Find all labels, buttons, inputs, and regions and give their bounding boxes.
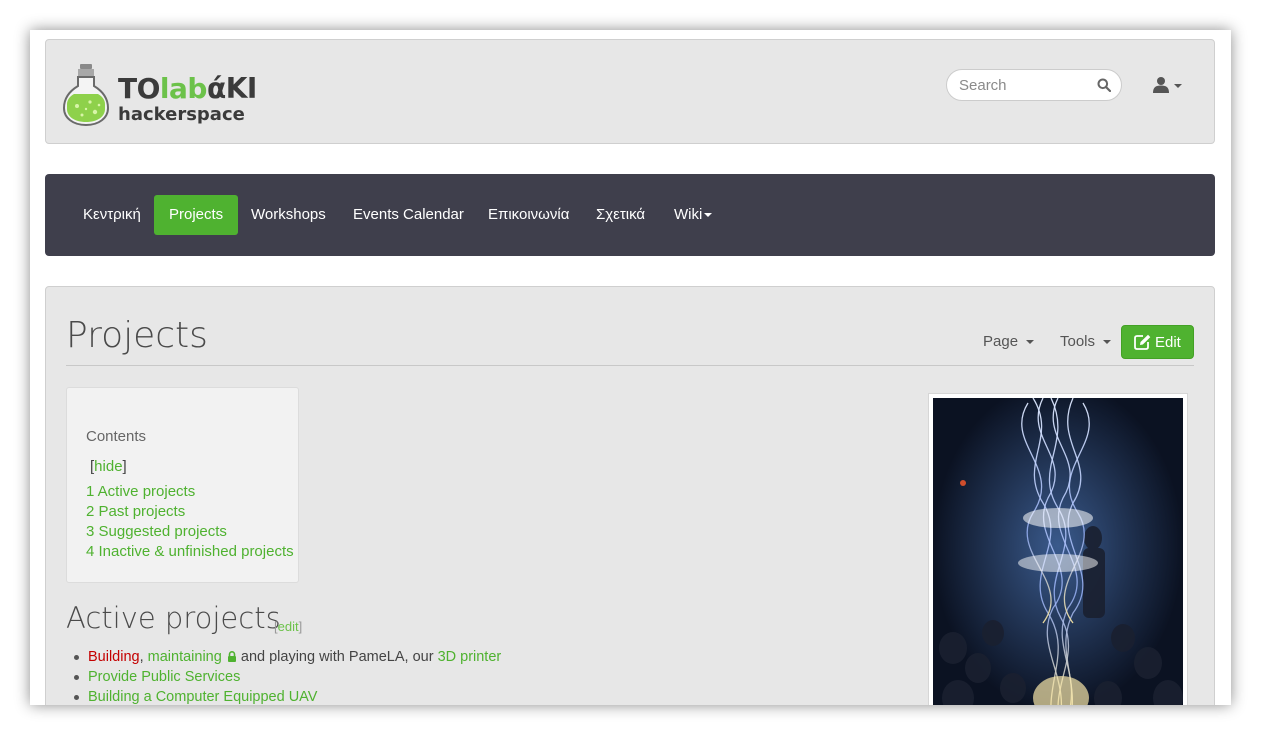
nav-item-label: Projects xyxy=(169,206,224,223)
page-menu-label: Page xyxy=(983,333,1019,350)
logo-part1: TO xyxy=(118,72,160,105)
section-edit-link[interactable]: edit xyxy=(278,619,299,634)
nav-item-label: Επικοινωνία xyxy=(488,206,570,223)
chevron-down-icon xyxy=(1026,340,1035,345)
nav-item-contact[interactable]: Επικοινωνία xyxy=(473,195,584,235)
nav-item-workshops[interactable]: Workshops xyxy=(236,195,341,235)
toc-item-past-projects[interactable]: 2 Past projects xyxy=(86,502,294,522)
nav-item-label: Κεντρική xyxy=(83,206,141,223)
section-edit-bracket-close: ] xyxy=(298,619,303,634)
user-menu-toggle[interactable] xyxy=(1153,76,1185,96)
site-logo[interactable]: TOlabάΚΙ hackerspace xyxy=(62,62,257,128)
toc-item-suggested-projects[interactable]: 3 Suggested projects xyxy=(86,522,294,542)
list-item: Provide Public Services xyxy=(68,667,501,687)
chevron-down-icon xyxy=(1174,84,1182,88)
nav-item-events-calendar[interactable]: Events Calendar xyxy=(338,195,479,235)
nav-item-label: Workshops xyxy=(251,206,326,223)
toc-list: 1 Active projects 2 Past projects 3 Sugg… xyxy=(86,482,294,562)
3d-printer-link[interactable]: 3D printer xyxy=(438,649,502,665)
lock-icon xyxy=(227,651,236,662)
toc-item-active-projects[interactable]: 1 Active projects xyxy=(86,482,294,502)
list-item: Building, maintaining and playing with P… xyxy=(68,647,501,667)
search-box xyxy=(946,69,1122,101)
chevron-down-icon xyxy=(1103,340,1112,345)
maintaining-link[interactable]: maintaining xyxy=(148,649,222,665)
edit-button-label: Edit xyxy=(1155,334,1181,351)
public-services-link[interactable]: Provide Public Services xyxy=(88,669,240,685)
project-list: Building, maintaining and playing with P… xyxy=(68,647,501,705)
section-heading: Active projects xyxy=(66,601,281,635)
toc-hide-link[interactable]: hide xyxy=(94,458,122,475)
main-navbar: Κεντρική Projects Workshops Events Calen… xyxy=(45,174,1215,256)
list-item-text: and playing with PameLA, our xyxy=(236,649,438,665)
browser-viewport: TOlabάΚΙ hackerspace Κεντρική Projects W… xyxy=(30,30,1231,705)
lightbulb-logo-icon xyxy=(62,64,110,127)
list-item-separator: , xyxy=(139,649,148,665)
section-edit: [edit] xyxy=(274,619,302,634)
toc-hide-toggle: [hide] xyxy=(90,458,127,475)
toc-bracket-close: ] xyxy=(122,458,127,475)
main-content: Projects Page Tools Edit Contents [hide]… xyxy=(45,286,1215,705)
page-title: Projects xyxy=(66,315,208,356)
page-menu-dropdown[interactable]: Page xyxy=(983,333,1035,350)
nav-item-about[interactable]: Σχετικά xyxy=(581,195,660,235)
logo-subtitle: hackerspace xyxy=(118,104,245,125)
nav-item-label: Σχετικά xyxy=(596,206,646,223)
edit-button[interactable]: Edit xyxy=(1121,325,1194,359)
toc-title: Contents xyxy=(86,428,147,445)
tools-menu-label: Tools xyxy=(1060,333,1096,350)
chevron-down-icon xyxy=(704,213,713,218)
uav-link[interactable]: Building a Computer Equipped UAV xyxy=(88,689,317,705)
nav-item-label: Wiki xyxy=(674,206,703,223)
tools-menu-dropdown[interactable]: Tools xyxy=(1060,333,1112,350)
nav-item-projects[interactable]: Projects xyxy=(154,195,239,235)
search-icon[interactable] xyxy=(1097,78,1111,92)
list-item: Building a Computer Equipped UAV xyxy=(68,687,501,705)
toc-item-inactive-projects[interactable]: 4 Inactive & unfinished projects xyxy=(86,542,294,562)
table-of-contents: Contents [hide] 1 Active projects 2 Past… xyxy=(66,387,299,583)
nav-item-label: Events Calendar xyxy=(353,206,464,223)
logo-part2: lab xyxy=(159,72,208,105)
nav-item-home[interactable]: Κεντρική xyxy=(68,195,156,235)
logo-wordmark: TOlabάΚΙ xyxy=(118,72,257,105)
pencil-square-icon xyxy=(1134,334,1151,350)
building-redlink[interactable]: Building xyxy=(88,649,140,665)
site-header: TOlabάΚΙ hackerspace xyxy=(45,39,1215,144)
nav-item-wiki[interactable]: Wiki xyxy=(659,195,727,235)
search-input[interactable] xyxy=(959,70,1089,100)
user-icon xyxy=(1153,77,1169,93)
project-thumbnail[interactable] xyxy=(928,393,1188,705)
title-divider xyxy=(66,365,1194,366)
logo-part3: άΚΙ xyxy=(206,72,257,105)
light-sculpture-photo xyxy=(933,398,1183,705)
